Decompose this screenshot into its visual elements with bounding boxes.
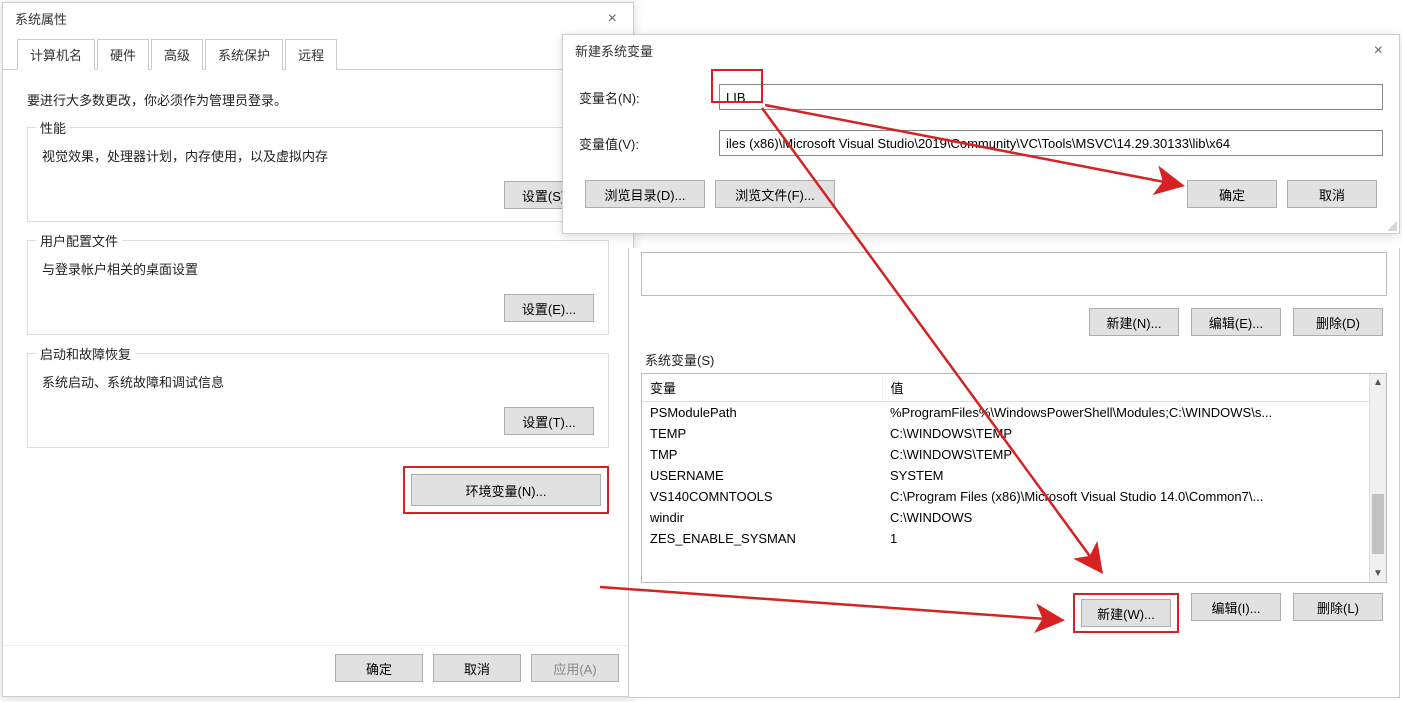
group-profiles-legend: 用户配置文件: [36, 231, 122, 250]
sysprops-ok-button[interactable]: 确定: [335, 654, 423, 682]
user-new-button[interactable]: 新建(N)...: [1089, 308, 1179, 336]
var-name-cell: windir: [642, 507, 882, 528]
var-name-cell: USERNAME: [642, 465, 882, 486]
user-delete-button[interactable]: 删除(D): [1293, 308, 1383, 336]
table-row[interactable]: TEMPC:\WINDOWS\TEMP: [642, 423, 1386, 444]
resize-grip-icon[interactable]: [1385, 219, 1397, 231]
col-val-header[interactable]: 值: [882, 374, 1386, 402]
sysprops-tabs: 计算机名 硬件 高级 系统保护 远程: [3, 38, 633, 70]
system-vars-buttons: 新建(W)... 编辑(I)... 删除(L): [629, 591, 1399, 643]
user-vars-buttons: 新建(N)... 编辑(E)... 删除(D): [629, 306, 1399, 346]
var-name-label: 变量名(N):: [579, 88, 719, 107]
tab-computer-name[interactable]: 计算机名: [17, 39, 95, 70]
var-value-cell: 1: [882, 528, 1386, 549]
var-name-input[interactable]: [719, 84, 1383, 110]
sysprops-tab-body: 要进行大多数更改，你必须作为管理员登录。 性能 视觉效果，处理器计划，内存使用，…: [3, 70, 633, 556]
envvar-highlight: 环境变量(N)...: [403, 466, 609, 514]
var-name-cell: TEMP: [642, 423, 882, 444]
table-row[interactable]: PSModulePath%ProgramFiles%\WindowsPowerS…: [642, 402, 1386, 424]
var-name-cell: ZES_ENABLE_SYSMAN: [642, 528, 882, 549]
table-row[interactable]: ZES_ENABLE_SYSMAN1: [642, 528, 1386, 549]
sysprops-title: 系统属性: [11, 9, 67, 28]
group-startup: 启动和故障恢复 系统启动、系统故障和调试信息 设置(T)...: [27, 353, 609, 448]
user-edit-button[interactable]: 编辑(E)...: [1191, 308, 1281, 336]
sysprops-cancel-button[interactable]: 取消: [433, 654, 521, 682]
profiles-settings-button[interactable]: 设置(E)...: [504, 294, 594, 322]
tab-system-protection[interactable]: 系统保护: [205, 39, 283, 70]
var-value-cell: C:\WINDOWS\TEMP: [882, 423, 1386, 444]
new-system-variable-dialog: 新建系统变量 × 变量名(N): 变量值(V): 浏览目录(D)... 浏览文件…: [562, 34, 1400, 234]
var-name-cell: VS140COMNTOOLS: [642, 486, 882, 507]
var-value-cell: C:\WINDOWS\TEMP: [882, 444, 1386, 465]
browse-dir-button[interactable]: 浏览目录(D)...: [585, 180, 705, 208]
newvar-titlebar[interactable]: 新建系统变量 ×: [563, 35, 1399, 66]
group-startup-desc: 系统启动、系统故障和调试信息: [42, 372, 594, 391]
var-value-cell: SYSTEM: [882, 465, 1386, 486]
newvar-cancel-button[interactable]: 取消: [1287, 180, 1377, 208]
group-startup-legend: 启动和故障恢复: [36, 344, 135, 363]
var-value-label: 变量值(V):: [579, 134, 719, 153]
group-profiles-desc: 与登录帐户相关的桌面设置: [42, 259, 594, 278]
system-properties-window: 系统属性 × 计算机名 硬件 高级 系统保护 远程 要进行大多数更改，你必须作为…: [2, 2, 634, 697]
user-vars-listbox[interactable]: [641, 252, 1387, 296]
tab-remote[interactable]: 远程: [285, 39, 337, 70]
scroll-up-icon[interactable]: ▲: [1370, 374, 1386, 391]
sys-delete-button[interactable]: 删除(L): [1293, 593, 1383, 621]
sysprops-dialog-buttons: 确定 取消 应用(A): [3, 645, 633, 690]
scroll-down-icon[interactable]: ▼: [1370, 565, 1386, 582]
close-icon[interactable]: ×: [600, 10, 625, 28]
group-performance: 性能 视觉效果，处理器计划，内存使用，以及虚拟内存 设置(S)...: [27, 127, 609, 222]
sysprops-titlebar[interactable]: 系统属性 ×: [3, 3, 633, 34]
startup-settings-button[interactable]: 设置(T)...: [504, 407, 594, 435]
var-name-cell: PSModulePath: [642, 402, 882, 424]
newvar-title: 新建系统变量: [571, 41, 653, 60]
col-var-header[interactable]: 变量: [642, 374, 882, 402]
tab-advanced[interactable]: 高级: [151, 39, 203, 70]
var-value-cell: C:\Program Files (x86)\Microsoft Visual …: [882, 486, 1386, 507]
system-vars-label: 系统变量(S): [629, 346, 1399, 371]
table-row[interactable]: TMPC:\WINDOWS\TEMP: [642, 444, 1386, 465]
group-profiles: 用户配置文件 与登录帐户相关的桌面设置 设置(E)...: [27, 240, 609, 335]
admin-note: 要进行大多数更改，你必须作为管理员登录。: [27, 90, 609, 109]
sysvars-scrollbar[interactable]: ▲ ▼: [1369, 374, 1386, 582]
var-value-cell: C:\WINDOWS: [882, 507, 1386, 528]
newvar-ok-button[interactable]: 确定: [1187, 180, 1277, 208]
table-row[interactable]: USERNAMESYSTEM: [642, 465, 1386, 486]
scroll-thumb[interactable]: [1372, 494, 1384, 554]
env-variables-button[interactable]: 环境变量(N)...: [411, 474, 601, 506]
sys-new-button[interactable]: 新建(W)...: [1081, 599, 1171, 627]
sys-edit-button[interactable]: 编辑(I)...: [1191, 593, 1281, 621]
browse-file-button[interactable]: 浏览文件(F)...: [715, 180, 835, 208]
group-performance-legend: 性能: [36, 118, 70, 137]
sys-new-highlight: 新建(W)...: [1073, 593, 1179, 633]
var-name-cell: TMP: [642, 444, 882, 465]
env-variables-window: 新建(N)... 编辑(E)... 删除(D) 系统变量(S) 变量 值 PSM…: [628, 248, 1400, 698]
var-value-input[interactable]: [719, 130, 1383, 156]
tab-hardware[interactable]: 硬件: [97, 39, 149, 70]
close-icon[interactable]: ×: [1366, 42, 1391, 60]
var-value-cell: %ProgramFiles%\WindowsPowerShell\Modules…: [882, 402, 1386, 424]
table-row[interactable]: windirC:\WINDOWS: [642, 507, 1386, 528]
group-performance-desc: 视觉效果，处理器计划，内存使用，以及虚拟内存: [42, 146, 594, 165]
table-row[interactable]: VS140COMNTOOLSC:\Program Files (x86)\Mic…: [642, 486, 1386, 507]
sysprops-apply-button[interactable]: 应用(A): [531, 654, 619, 682]
system-vars-listbox[interactable]: 变量 值 PSModulePath%ProgramFiles%\WindowsP…: [641, 373, 1387, 583]
